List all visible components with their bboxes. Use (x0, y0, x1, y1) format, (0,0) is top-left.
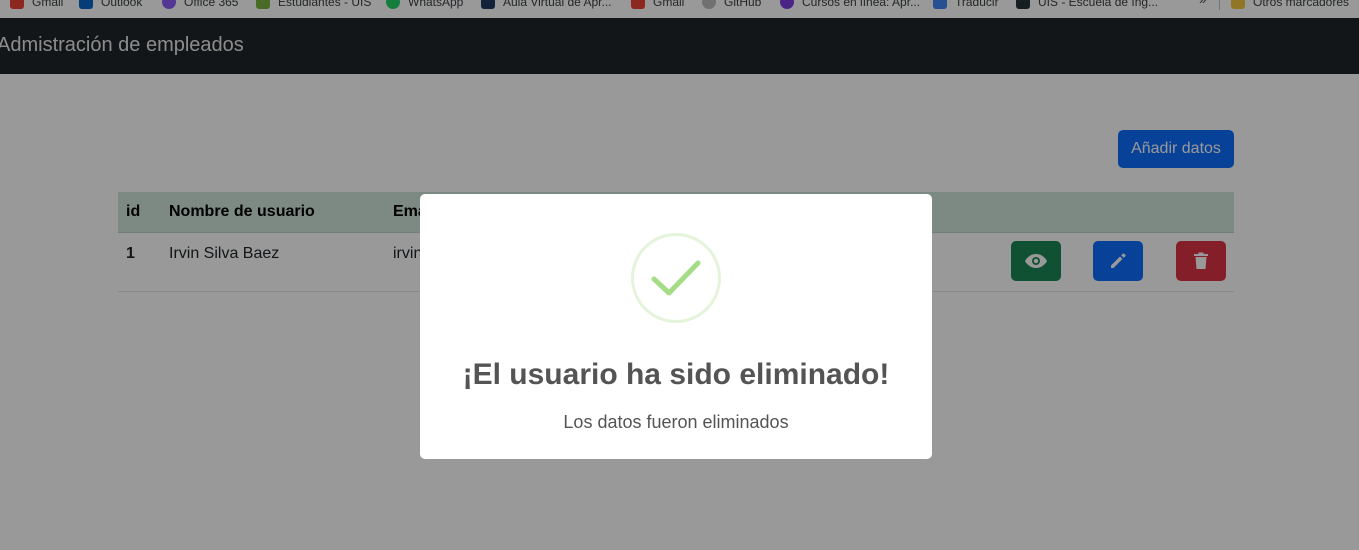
modal-title: ¡El usuario ha sido eliminado! (462, 358, 890, 391)
modal-text: Los datos fueron eliminados (563, 412, 789, 432)
checkmark-icon (651, 260, 701, 296)
screen: Gmail Outlook Office 365 Estudiantes - U… (0, 0, 1359, 550)
success-icon (631, 233, 721, 323)
success-modal: ¡El usuario ha sido eliminado! Los datos… (420, 194, 932, 459)
